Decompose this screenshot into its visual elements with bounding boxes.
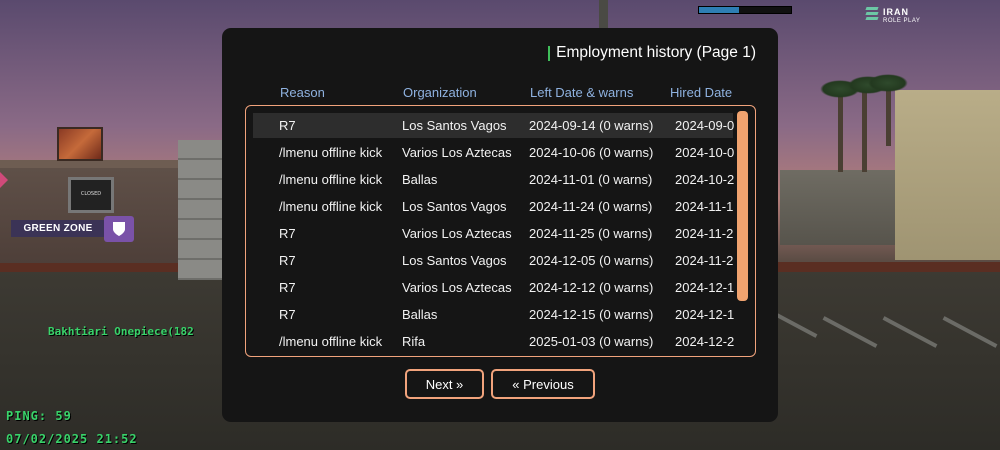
row-hired-date: 2024-11-2	[675, 226, 734, 241]
table-row[interactable]: /lmenu offline kick Rifa 2025-01-03 (0 war…	[253, 329, 735, 354]
row-hired-date: 2024-09-0	[675, 118, 735, 133]
table-row[interactable]: R7 Los Santos Vagos 2024-12-05 (0 warns) 20…	[253, 248, 733, 273]
row-organization: Varios Los Aztecas	[402, 226, 512, 241]
row-hired-date: 2024-10-2	[675, 172, 735, 187]
list-scrollbar[interactable]	[737, 111, 748, 301]
lamp-pole	[599, 0, 608, 30]
table-row[interactable]: R7 Los Santos Vagos 2024-09-14 (0 warns) 20…	[253, 113, 735, 138]
row-left-date: 2024-12-15 (0 warns)	[529, 307, 654, 322]
row-hired-date: 2024-12-1	[675, 307, 735, 322]
title-accent-bar	[548, 45, 551, 61]
table-row[interactable]: /lmenu offline kick Varios Los Aztecas 202…	[253, 140, 735, 165]
palm-leaves	[868, 74, 908, 92]
green-zone-label: GREEN ZONE	[11, 220, 105, 237]
ping-readout: PING: 59	[6, 409, 72, 423]
row-organization: Ballas	[402, 307, 438, 322]
row-reason: R7	[279, 226, 296, 241]
row-hired-date: 2024-10-0	[675, 145, 735, 160]
row-left-date: 2024-11-01 (0 warns)	[529, 172, 653, 187]
row-left-date: 2025-01-03 (0 warns)	[529, 334, 654, 349]
palm-trunk	[886, 86, 891, 146]
row-left-date: 2024-09-14 (0 warns)	[529, 118, 654, 133]
building-right	[895, 90, 1000, 260]
row-organization: Rifa	[402, 334, 426, 349]
column-header-reason: Reason	[280, 85, 325, 100]
row-reason: R7	[279, 307, 296, 322]
column-header-hired-date: Hired Date	[670, 85, 733, 100]
row-reason: R7	[279, 253, 296, 268]
shield-icon	[113, 222, 125, 236]
date-time-readout: 07/02/2025 21:52	[6, 432, 138, 446]
row-left-date: 2024-10-06 (0 warns)	[529, 145, 654, 160]
row-hired-date: 2024-11-1	[675, 199, 734, 214]
column-header-organization: Organization	[403, 85, 477, 100]
billboard	[57, 127, 103, 161]
shield-badge	[104, 216, 134, 242]
column-header-left-date: Left Date & warns	[530, 85, 634, 100]
history-list[interactable]: /lmenu offline kick Rifa 2025-01-03 (0 war…	[245, 105, 756, 357]
row-organization: Los Santos Vagos	[402, 118, 507, 133]
player-nametag: Bakhtiari Onepiece(182	[48, 325, 194, 338]
row-left-date: 2024-11-24 (0 warns)	[529, 199, 653, 214]
closed-sign: CLOSED	[68, 177, 114, 213]
logo-mark-icon	[865, 7, 879, 23]
palm-trunk	[862, 92, 867, 172]
row-organization: Varios Los Aztecas	[402, 145, 512, 160]
logo-text-line2: ROLE PLAY	[883, 18, 921, 24]
dialog-title-text: Employment history (Page 1)	[556, 44, 756, 61]
row-hired-date: 2024-12-2	[675, 334, 735, 349]
health-bar	[698, 6, 792, 14]
row-reason: /lmenu offline kick	[279, 199, 383, 214]
row-hired-date: 2024-12-1	[675, 280, 735, 295]
row-hired-date: 2024-11-2	[675, 253, 734, 268]
row-organization: Varios Los Aztecas	[402, 280, 512, 295]
closed-sign-text: CLOSED	[80, 191, 102, 197]
logo-text-line1: IRAN	[883, 7, 909, 17]
stone-pillar	[178, 140, 222, 280]
table-row[interactable]: R7 Varios Los Aztecas 2024-12-12 (0 warns)…	[253, 275, 735, 300]
palm-trunk	[838, 92, 843, 172]
row-reason: R7	[279, 118, 296, 133]
row-reason: R7	[279, 280, 296, 295]
row-left-date: 2024-12-05 (0 warns)	[529, 253, 654, 268]
next-page-button[interactable]: Next »	[405, 369, 484, 399]
previous-page-button[interactable]: « Previous	[491, 369, 595, 399]
row-organization: Los Santos Vagos	[402, 199, 507, 214]
table-row[interactable]: /lmenu offline kick Ballas 2024-11-01 (0 w…	[253, 167, 735, 192]
row-left-date: 2024-11-25 (0 warns)	[529, 226, 653, 241]
table-row[interactable]: /lmenu offline kick Los Santos Vagos 2024-…	[253, 194, 733, 219]
health-bar-fill	[699, 7, 740, 13]
table-row[interactable]: R7 Ballas 2024-12-15 (0 warns) 2024-12-1	[253, 302, 735, 327]
dialog-title: Employment history (Page 1)	[548, 44, 756, 62]
server-logo: IRAN ROLE PLAY	[865, 6, 928, 28]
building-right-low	[780, 170, 895, 245]
employment-history-dialog: Employment history (Page 1) Reason Organ…	[222, 28, 778, 422]
row-organization: Ballas	[402, 172, 438, 187]
row-reason: /lmenu offline kick	[279, 334, 383, 349]
row-left-date: 2024-12-12 (0 warns)	[529, 280, 654, 295]
row-reason: /lmenu offline kick	[279, 172, 383, 187]
row-organization: Los Santos Vagos	[402, 253, 507, 268]
table-row[interactable]: R7 Varios Los Aztecas 2024-11-25 (0 warns)…	[253, 221, 733, 246]
row-reason: /lmenu offline kick	[279, 145, 383, 160]
marker-arrow	[0, 172, 8, 188]
